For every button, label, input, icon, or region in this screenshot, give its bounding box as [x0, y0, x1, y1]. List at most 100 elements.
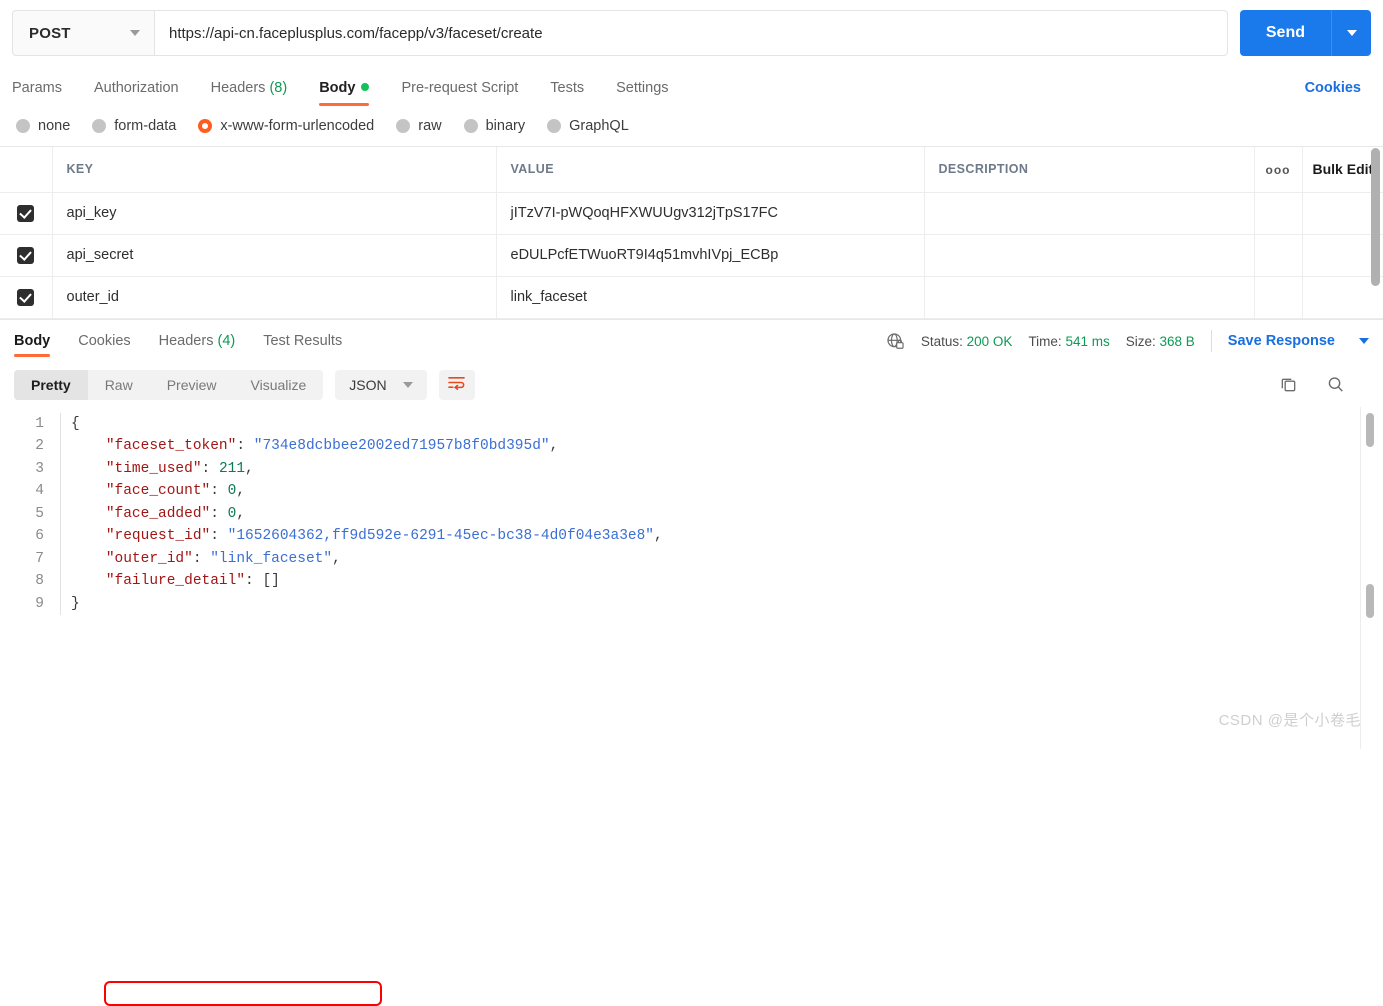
line-content[interactable]: "face_added": 0, [60, 502, 1383, 525]
line-content[interactable]: "faceset_token": "734e8dcbbee2002ed71957… [60, 435, 1383, 458]
params-table-container: KEY VALUE DESCRIPTION ooo Bulk Edit api_… [0, 146, 1383, 319]
row-value[interactable]: link_faceset [496, 276, 925, 319]
code-token: 211 [218, 460, 246, 477]
tab-pre-request-script[interactable]: Pre-request Script [401, 80, 518, 106]
response-tab-test-results[interactable]: Test Results [263, 319, 342, 363]
time-text: Time: 541 ms [1028, 334, 1109, 349]
row-checkbox[interactable] [17, 288, 35, 306]
row-key[interactable]: outer_id [52, 276, 497, 319]
tab-label: Settings [616, 80, 669, 96]
body-type-none[interactable]: none [16, 118, 70, 134]
url-input[interactable]: https://api-cn.faceplusplus.com/facepp/v… [154, 10, 1228, 56]
chevron-down-icon[interactable] [1359, 338, 1369, 344]
response-scrollbar-thumb[interactable] [1366, 412, 1374, 447]
status-label: Status: [920, 333, 963, 349]
radio-label: raw [418, 118, 442, 134]
tab-headers[interactable]: Headers (8) [211, 80, 288, 106]
line-content[interactable]: "outer_id": "link_faceset", [60, 547, 1383, 570]
line-content[interactable]: { [60, 412, 1383, 435]
row-description[interactable] [924, 234, 1255, 277]
cookies-link[interactable]: Cookies [1305, 80, 1361, 96]
body-type-raw[interactable]: raw [396, 118, 442, 134]
code-token: : [245, 573, 263, 589]
line-number: 4 [35, 483, 44, 499]
line-content[interactable]: "request_id": "1652604362,ff9d592e-6291-… [60, 525, 1383, 548]
code-token: , [654, 528, 663, 544]
table-header-row: KEY VALUE DESCRIPTION ooo Bulk Edit [0, 147, 1383, 193]
response-format-selector[interactable]: JSON [335, 369, 427, 400]
radio-label: none [38, 118, 71, 134]
view-pretty[interactable]: Pretty [14, 369, 88, 400]
code-token: , [332, 550, 341, 567]
code-token: , [236, 505, 246, 522]
line-content[interactable]: "failure_detail": [] [60, 570, 1383, 593]
radio-label: x-www-form-urlencoded [220, 118, 375, 134]
send-button[interactable]: Send [1239, 10, 1331, 56]
row-options-cell [1254, 192, 1303, 235]
table-options-button[interactable]: ooo [1254, 147, 1303, 193]
code-token: : [192, 550, 211, 567]
code-token: "734e8dcbbee2002ed71957b8f0bd395d" [253, 438, 550, 454]
body-type-form-data[interactable]: form-data [92, 118, 176, 134]
line-number: 3 [35, 460, 44, 477]
size-value: 368 B [1159, 333, 1195, 349]
response-body-viewer[interactable]: 1{2 "faceset_token": "734e8dcbbee2002ed7… [0, 406, 1383, 1006]
body-active-dot-icon [361, 83, 370, 91]
line-number: 5 [35, 505, 44, 522]
save-response-button[interactable]: Save Response [1228, 333, 1335, 349]
row-key[interactable]: api_key [52, 192, 497, 235]
params-table-scrollbar[interactable] [1371, 148, 1380, 286]
code-line: 6 "request_id": "1652604362,ff9d592e-629… [0, 525, 1383, 548]
view-visualize[interactable]: Visualize [234, 370, 324, 400]
line-content[interactable]: } [60, 592, 1383, 615]
line-content[interactable]: "face_count": 0, [60, 480, 1383, 503]
line-number: 2 [35, 438, 44, 454]
table-row: api_secret eDULPcfETWuoRT9I4q51mvhIVpj_E… [0, 234, 1383, 277]
tab-settings[interactable]: Settings [616, 80, 668, 106]
response-tab-body[interactable]: Body [14, 319, 51, 363]
body-type-x-www-form-urlencoded[interactable]: x-www-form-urlencoded [198, 118, 374, 134]
row-description[interactable] [924, 192, 1255, 235]
tab-params[interactable]: Params [12, 80, 62, 106]
response-tab-headers[interactable]: Headers (4) [159, 319, 236, 363]
body-type-binary[interactable]: binary [463, 118, 525, 134]
response-tab-cookies[interactable]: Cookies [78, 319, 130, 363]
row-checkbox[interactable] [17, 246, 35, 264]
search-icon[interactable] [1326, 375, 1345, 394]
code-token: [] [262, 573, 280, 589]
word-wrap-button[interactable] [438, 369, 475, 400]
divider [1210, 330, 1212, 352]
view-preview[interactable]: Preview [150, 370, 234, 400]
code-line: 2 "faceset_token": "734e8dcbbee2002ed719… [0, 435, 1383, 458]
row-description[interactable] [924, 276, 1255, 319]
code-token: "failure_detail" [105, 573, 246, 589]
row-value[interactable]: eDULPcfETWuoRT9I4q51mvhIVpj_ECBp [496, 234, 925, 277]
send-options-button[interactable] [1331, 10, 1371, 56]
code-token: : [201, 460, 219, 477]
header-key: KEY [52, 147, 497, 193]
line-content[interactable]: "time_used": 211, [60, 457, 1383, 480]
code-line: 8 "failure_detail": [] [0, 570, 1383, 593]
row-key[interactable]: api_secret [52, 234, 497, 277]
tab-label: Body [319, 80, 356, 96]
row-value[interactable]: jITzV7I-pWQoqHFXWUUgv312jTpS17FC [496, 192, 925, 235]
tab-body[interactable]: Body [319, 80, 370, 106]
tab-authorization[interactable]: Authorization [94, 80, 179, 106]
status-value: 200 OK [966, 333, 1013, 349]
body-type-graphql[interactable]: GraphQL [547, 118, 629, 134]
response-scrollbar-thumb-lower[interactable] [1366, 583, 1374, 618]
tab-tests[interactable]: Tests [550, 80, 584, 106]
view-raw[interactable]: Raw [88, 370, 150, 400]
tab-label: Test Results [263, 333, 343, 349]
row-checkbox[interactable] [17, 204, 35, 222]
code-token: : [210, 483, 228, 499]
copy-icon[interactable] [1279, 375, 1298, 394]
params-table: KEY VALUE DESCRIPTION ooo Bulk Edit api_… [0, 147, 1383, 319]
http-method-selector[interactable]: POST [12, 10, 154, 56]
row-checkbox-cell [0, 192, 53, 235]
